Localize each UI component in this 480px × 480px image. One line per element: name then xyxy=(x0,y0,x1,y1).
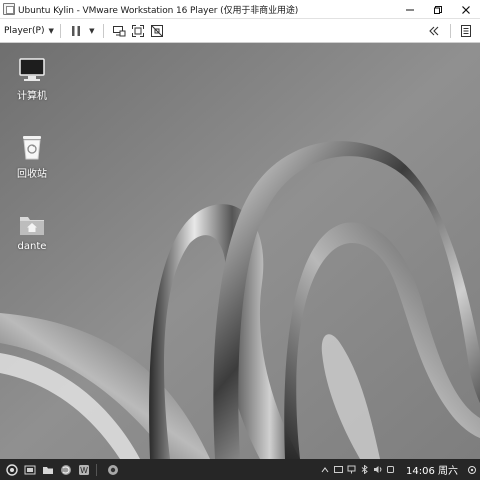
minimize-icon xyxy=(406,9,414,10)
player-menu[interactable]: Player(P) ▼ xyxy=(4,26,54,36)
notes-icon xyxy=(461,25,471,37)
files-icon xyxy=(42,466,53,474)
input-method-button[interactable] xyxy=(333,465,343,475)
volume-button[interactable] xyxy=(372,465,382,475)
toolbar-divider xyxy=(59,23,61,38)
wps-icon: W xyxy=(78,464,89,475)
window-controls xyxy=(396,0,480,19)
unity-icon xyxy=(150,24,163,37)
taskbar: W 14:06 周六 xyxy=(0,459,480,480)
fullscreen-button[interactable] xyxy=(129,22,147,40)
toolbar-divider xyxy=(102,23,104,38)
home-folder-icon xyxy=(20,217,44,235)
task-view-button[interactable] xyxy=(22,462,37,477)
svg-text:W: W xyxy=(80,466,88,475)
restore-icon xyxy=(434,5,442,14)
guest-desktop[interactable]: 计算机 回收站 dante xyxy=(0,43,480,459)
battery-icon xyxy=(386,466,394,473)
collapse-toolbar-icon xyxy=(429,26,439,36)
toolbar-right xyxy=(425,19,480,43)
desktop-icon-label: 回收站 xyxy=(17,169,47,180)
pause-button[interactable] xyxy=(67,22,85,40)
pause-dropdown[interactable]: ▼ xyxy=(86,22,96,40)
task-view-icon xyxy=(24,465,35,474)
system-tray: 14:06 周六 xyxy=(320,459,480,480)
start-menu-button[interactable] xyxy=(4,462,19,477)
tray-expand-icon xyxy=(321,466,329,472)
unity-button[interactable] xyxy=(148,22,166,40)
kylin-assistant-button[interactable] xyxy=(105,462,120,477)
fullscreen-icon xyxy=(131,24,144,37)
close-button[interactable] xyxy=(452,0,480,19)
collapse-toolbar-button[interactable] xyxy=(425,22,443,40)
bluetooth-button[interactable] xyxy=(359,465,369,475)
tray-expand-button[interactable] xyxy=(320,465,330,475)
network-button[interactable] xyxy=(346,465,356,475)
battery-button[interactable] xyxy=(385,465,395,475)
close-icon xyxy=(462,5,470,14)
pause-icon xyxy=(71,25,80,36)
taskbar-divider xyxy=(96,463,97,476)
network-icon xyxy=(347,465,355,474)
firefox-button[interactable] xyxy=(58,462,73,477)
vmware-icon xyxy=(3,3,15,15)
firefox-icon xyxy=(60,464,71,475)
chevron-down-icon: ▼ xyxy=(89,26,95,35)
kylin-assistant-icon xyxy=(107,464,118,475)
minimize-button[interactable] xyxy=(396,0,424,19)
start-menu-icon xyxy=(5,463,18,476)
window-titlebar: Ubuntu Kylin - VMware Workstation 16 Pla… xyxy=(0,0,480,19)
volume-icon xyxy=(373,466,381,473)
chevron-down-icon: ▼ xyxy=(48,26,54,35)
vmware-toolbar: Player(P) ▼ ▼ xyxy=(0,19,480,43)
window-title: Ubuntu Kylin - VMware Workstation 16 Pla… xyxy=(18,5,299,16)
desktop-icon-label: 计算机 xyxy=(17,91,47,102)
wallpaper xyxy=(0,43,480,459)
computer-icon xyxy=(19,58,45,81)
desktop-icon-home[interactable]: dante xyxy=(7,211,57,252)
desktop-icon-computer[interactable]: 计算机 xyxy=(7,57,57,102)
clock[interactable]: 14:06 周六 xyxy=(406,462,458,477)
maximize-button[interactable] xyxy=(424,0,452,19)
wps-button[interactable]: W xyxy=(76,462,91,477)
files-button[interactable] xyxy=(40,462,55,477)
notification-icon xyxy=(468,465,476,474)
toolbar-divider xyxy=(450,24,451,38)
trash-icon xyxy=(23,136,41,160)
desktop-icon-label: dante xyxy=(17,241,47,252)
notes-button[interactable] xyxy=(457,22,475,40)
input-method-icon xyxy=(333,466,343,473)
send-ctrl-alt-del-icon xyxy=(112,25,126,36)
send-ctrl-alt-del-button[interactable] xyxy=(110,22,128,40)
bluetooth-icon xyxy=(361,465,368,474)
player-menu-label: Player(P) xyxy=(4,25,45,36)
notification-button[interactable] xyxy=(464,459,480,480)
desktop-icon-trash[interactable]: 回收站 xyxy=(7,133,57,180)
